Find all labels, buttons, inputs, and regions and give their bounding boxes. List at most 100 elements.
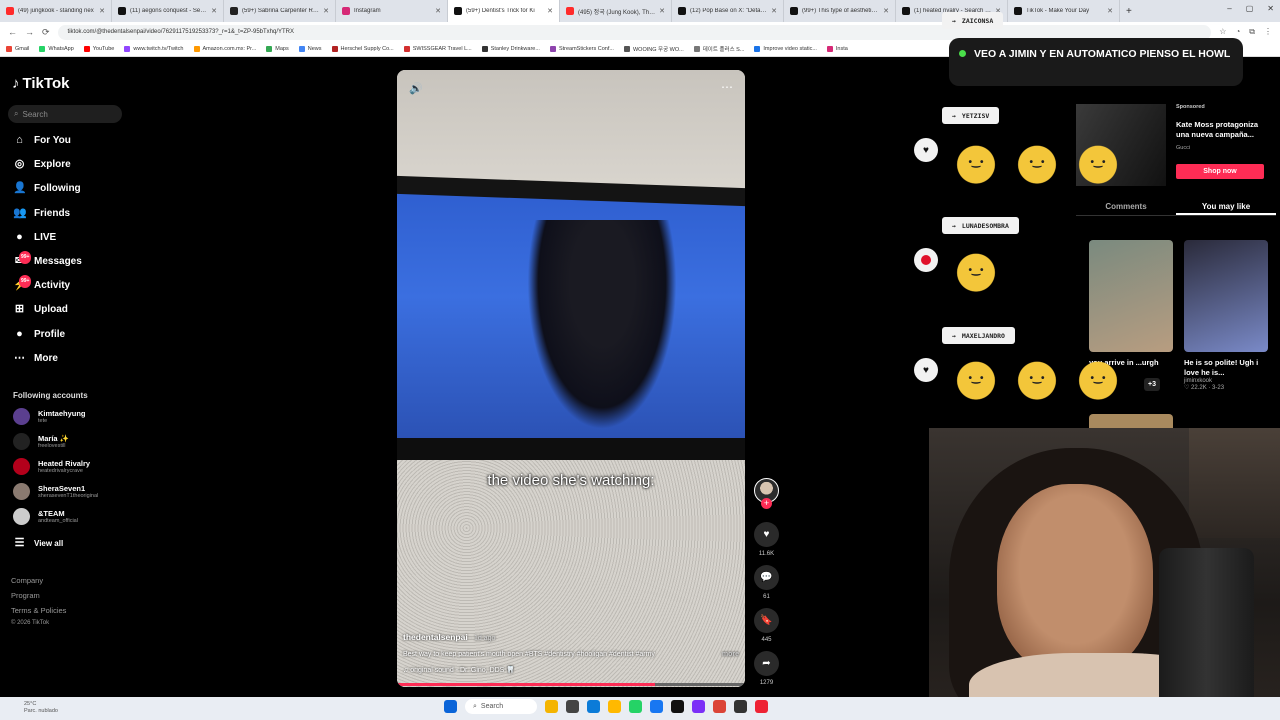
bookmark-item[interactable]: News xyxy=(298,46,322,52)
nav-item-following[interactable]: 👤 Following xyxy=(13,182,81,195)
app-icon[interactable] xyxy=(650,700,663,713)
bookmark-item[interactable]: Improve video static... xyxy=(754,46,817,52)
bookmark-item[interactable]: Herschel Supply Co... xyxy=(331,46,394,52)
close-tab-icon[interactable]: ✕ xyxy=(771,7,777,15)
nav-item-more[interactable]: ⋯ More xyxy=(13,352,58,365)
weather-widget[interactable]: 25°C Parc. nublado xyxy=(24,701,58,715)
bookmark-item[interactable]: Gmail xyxy=(6,46,29,52)
footer-terms[interactable]: Terms & Policies xyxy=(11,603,66,618)
app-icon[interactable] xyxy=(692,700,705,713)
following-account[interactable]: María ✨ freelovestill xyxy=(13,433,69,450)
tiktok-logo[interactable]: ♪ TikTok xyxy=(12,75,69,92)
reload-icon[interactable]: ⟳ xyxy=(42,27,50,38)
close-tab-icon[interactable]: ✕ xyxy=(99,7,105,15)
app-icon[interactable] xyxy=(734,700,747,713)
bookmark-item[interactable]: Amazon.com.mx: Pr... xyxy=(193,46,256,52)
edge-icon[interactable] xyxy=(587,700,600,713)
volume-icon[interactable]: 🔊 xyxy=(409,82,423,95)
view-all-link[interactable]: ☰ View all xyxy=(13,537,64,550)
more-options-icon[interactable]: ⋯ xyxy=(721,80,733,94)
browser-tab[interactable]: (495) 정국 (Jung Kook), The S ✕ xyxy=(560,0,672,22)
bookmark-item[interactable]: Maps xyxy=(266,46,289,52)
chrome-icon[interactable] xyxy=(713,700,726,713)
ad-title[interactable]: Kate Moss protagoniza una nueva campaña.… xyxy=(1176,120,1271,140)
bookmark-item[interactable]: WhatsApp xyxy=(39,46,74,52)
browser-tab[interactable]: (11) aegons conquest - Search ✕ xyxy=(112,0,224,22)
bookmark-item[interactable]: SWISSGEAR Travel L... xyxy=(403,46,472,52)
nav-item-live[interactable]: ● LIVE xyxy=(13,231,56,244)
comment-icon[interactable]: 💬 xyxy=(754,565,779,590)
follow-plus-icon[interactable]: + xyxy=(761,498,772,509)
widgets-icon[interactable] xyxy=(545,700,558,713)
browser-tab[interactable]: (99+) This type of aesthetic is ✕ xyxy=(784,0,896,22)
maximize-icon[interactable]: ▢ xyxy=(1246,4,1254,13)
video-thumbnail[interactable] xyxy=(1089,240,1173,352)
back-icon[interactable]: ← xyxy=(8,27,17,37)
video-thumbnail[interactable] xyxy=(1184,240,1268,352)
bookmark-item[interactable]: www.twitch.tv/Twitch xyxy=(124,46,184,52)
file-explorer-icon[interactable] xyxy=(608,700,621,713)
nav-item-profile[interactable]: ● Profile xyxy=(13,328,65,341)
browser-tab[interactable]: (49) jungkook - standing nex ✕ xyxy=(0,0,112,22)
window-controls[interactable]: – ▢ ✕ xyxy=(1227,4,1274,13)
video-author[interactable]: thedentalsenpai xyxy=(403,632,468,642)
forward-icon[interactable]: → xyxy=(25,27,34,37)
bookmark-favicon-icon xyxy=(826,46,833,52)
nav-item-for-you[interactable]: ⌂ For You xyxy=(13,134,71,147)
tab-comments[interactable]: Comments xyxy=(1076,198,1176,215)
browser-tab[interactable]: (12) Pop Base on X: "Details f ✕ xyxy=(672,0,784,22)
more-link[interactable]: more xyxy=(722,651,739,658)
app-icon[interactable] xyxy=(671,700,684,713)
footer-program[interactable]: Program xyxy=(11,588,66,603)
heart-icon[interactable]: ♥ xyxy=(754,522,779,547)
close-tab-icon[interactable]: ✕ xyxy=(1107,7,1113,15)
browser-tab[interactable]: Instagram ✕ xyxy=(336,0,448,22)
recommended-video-card[interactable]: He is so polite! Ugh i love he is... jim… xyxy=(1184,240,1268,391)
nav-item-upload[interactable]: ⊞ Upload xyxy=(13,303,68,316)
app-icon[interactable] xyxy=(755,700,768,713)
browser-tab[interactable]: TikTok - Make Your Day ✕ xyxy=(1008,0,1120,22)
following-account[interactable]: SheraSeven1 sherasevenT1theoriginal xyxy=(13,483,98,500)
start-icon[interactable] xyxy=(444,700,457,713)
nav-item-explore[interactable]: ◎ Explore xyxy=(13,158,71,171)
close-tab-icon[interactable]: ✕ xyxy=(883,7,889,15)
bookmark-icon[interactable]: 🔖 xyxy=(754,608,779,633)
video-player[interactable]: the video she's watching: 🔊 ⋯ thedentals… xyxy=(397,70,745,687)
close-window-icon[interactable]: ✕ xyxy=(1267,4,1274,13)
following-account[interactable]: Heated Rivalry heatedrivalrycrave xyxy=(13,458,90,475)
bookmark-star-icon[interactable]: ☆ xyxy=(1219,27,1226,37)
shop-now-button[interactable]: Shop now xyxy=(1176,164,1264,179)
bookmark-item[interactable]: 데이트 플러스 S... xyxy=(693,45,744,53)
bookmark-item[interactable]: YouTube xyxy=(83,46,114,52)
close-tab-icon[interactable]: ✕ xyxy=(211,7,217,15)
taskbar-search[interactable]: ⌕ Search xyxy=(465,699,537,714)
following-account[interactable]: &TEAM andteam_official xyxy=(13,508,78,525)
following-account[interactable]: Kimtaehyung tete xyxy=(13,408,86,425)
close-tab-icon[interactable]: ✕ xyxy=(659,7,665,15)
extension-icon[interactable]: ◔ xyxy=(1235,27,1240,37)
tab-groups-icon[interactable]: ⧉ xyxy=(1249,27,1255,37)
new-tab-button[interactable]: + xyxy=(1120,6,1138,17)
browser-tab[interactable]: (59+) Dentist's Trick for Ki ✕ xyxy=(448,0,560,22)
task-view-icon[interactable] xyxy=(566,700,579,713)
tab-you-may-like[interactable]: You may like xyxy=(1176,198,1276,215)
browser-tab[interactable]: (59+) Sabrina Carpenter Reac ✕ xyxy=(224,0,336,22)
video-progress-bar[interactable] xyxy=(397,683,745,686)
video-sound[interactable]: ♫ original sound - Dr. Gino, DDS 🦷 xyxy=(403,666,739,674)
footer-company[interactable]: Company xyxy=(11,573,66,588)
search-input[interactable]: ⌕ Search xyxy=(8,105,122,123)
nav-item-activity[interactable]: ⚡99+Activity xyxy=(13,275,70,292)
minimize-icon[interactable]: – xyxy=(1227,4,1231,13)
share-icon[interactable]: ➦ xyxy=(754,651,779,676)
whatsapp-icon[interactable] xyxy=(629,700,642,713)
browser-menu-icon[interactable]: ⋮ xyxy=(1264,27,1272,37)
close-tab-icon[interactable]: ✕ xyxy=(547,7,553,15)
nav-item-messages[interactable]: ✉99+Messages xyxy=(13,251,82,268)
close-tab-icon[interactable]: ✕ xyxy=(323,7,329,15)
bookmark-item[interactable]: StreamStickers Conf... xyxy=(549,46,614,52)
bookmark-item[interactable]: WOOING 무궁 WO... xyxy=(623,45,684,53)
close-tab-icon[interactable]: ✕ xyxy=(435,7,441,15)
bookmark-item[interactable]: Stanley Drinkware... xyxy=(481,46,540,52)
bookmark-item[interactable]: Insta xyxy=(826,46,848,52)
nav-item-friends[interactable]: 👥 Friends xyxy=(13,207,70,220)
